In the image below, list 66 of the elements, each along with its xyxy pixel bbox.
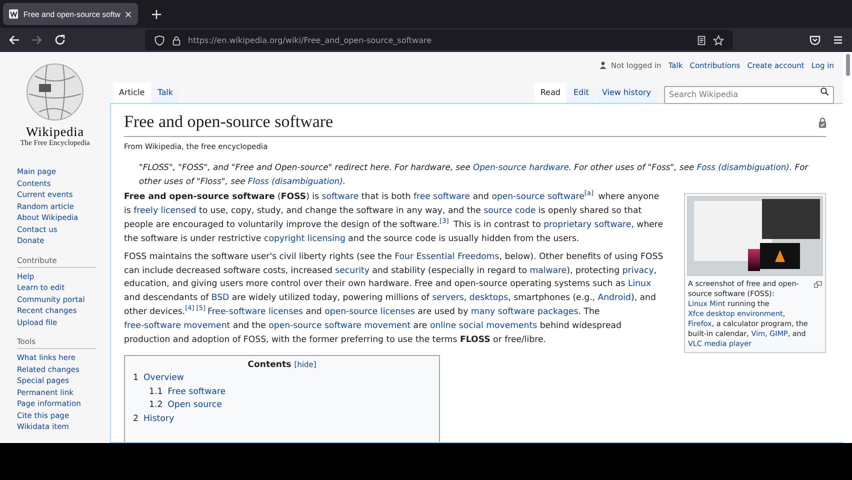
page-tab[interactable]: Article <box>113 83 151 103</box>
favicon-icon <box>9 9 18 19</box>
toc-number: 1 <box>133 373 138 383</box>
paragraph: Free and open-source software (FOSS) is software that is both free software and open-source software$^{[a]}$ where anyone is freely licensed to use, copy, study, and change the software in any way, and the source code is openly shared so that people are encouraged to voluntarily improve the design of the software.$^{[3]}$ This is in contrast to proprietary software, where the software is under restrictive copyright licensing and the source code is usually hidden from the users. <box>124 191 664 246</box>
link[interactable]: free software <box>413 192 470 202</box>
toc-link[interactable]: Overview <box>143 373 184 383</box>
link[interactable]: security <box>335 266 370 276</box>
reference-link[interactable]: [3] <box>440 216 449 225</box>
link[interactable]: open-source licenses <box>324 307 415 318</box>
link[interactable]: source code <box>484 206 536 216</box>
shield-icon[interactable] <box>154 34 165 46</box>
link[interactable]: proprietary software <box>544 220 632 230</box>
link[interactable]: online social movements <box>430 321 538 332</box>
padlock-icon <box>818 116 827 128</box>
hatnote: "FLOSS", "FOSS", and "Free and Open-source" redirect here. For hardware, see Open-source hardware. For other uses of "Foss", see Foss (disambiguation). For other uses of "Floss", see Floss (disambiguation). <box>139 161 810 188</box>
menu-icon[interactable] <box>832 34 844 46</box>
reference-link[interactable]: [5] <box>196 304 206 312</box>
toc-number: 1.1 <box>149 386 163 397</box>
link[interactable]: many software packages <box>470 307 578 318</box>
close-icon[interactable] <box>125 10 132 18</box>
reference-link[interactable]: [a] <box>584 189 594 198</box>
article-title: Free and open-source software <box>124 111 334 133</box>
link[interactable]: copyright licensing <box>264 234 346 244</box>
link[interactable]: software <box>322 192 359 202</box>
reload-icon[interactable] <box>54 34 66 46</box>
link[interactable]: malware <box>530 266 567 276</box>
link[interactable]: servers <box>432 293 464 304</box>
back-icon[interactable] <box>8 34 20 46</box>
link[interactable]: Floss (disambiguation) <box>248 176 343 186</box>
enlarge-icon[interactable] <box>814 281 822 288</box>
toc-number: 2 <box>133 414 138 424</box>
globe-logo-icon[interactable] <box>25 62 85 122</box>
link[interactable]: Free-software licenses <box>208 307 303 318</box>
view-tab[interactable]: Read <box>534 83 566 103</box>
link[interactable]: open-source software <box>492 192 584 202</box>
user-icon <box>599 61 607 69</box>
link[interactable]: open-source software movement <box>268 321 411 332</box>
paragraph: FOSS maintains the software user's civil liberty rights (see the Four Essential Freedoms, below). Other benefits of using FOSS can include decreased software costs, increased security and stability (especially in regard to malware), protecting privacy, education, and giving users more control over their own hardware. Free and open-source operating systems such as Linux and descendants of BSD are widely utilized today, powering millions of servers, desktops, smartphones (e.g., Android), and other devices.$^{[4]}$ $^{[5]}$ Free-software licenses and open-source licenses are used by many software packages. The free-software movement and the open-source software movement are online social movements behind widespread production and adoption of FOSS, with the former preferring to use the terms FLOSS or free/libre. <box>124 250 664 348</box>
wordmark[interactable]: Wikipedia <box>26 125 84 138</box>
toc-number: 1.2 <box>149 400 163 410</box>
contents-title: Contents <box>248 360 292 370</box>
padlock-icon[interactable] <box>171 34 182 46</box>
search-icon[interactable] <box>820 86 829 96</box>
address-bar[interactable]: https://en.wikipedia.org/wiki/Free_and_open-source_software <box>145 30 733 50</box>
url-text: https://en.wikipedia.org/wiki/Free_and_open-source_software <box>188 36 433 44</box>
link[interactable]: BSD <box>211 293 230 304</box>
link[interactable]: Android <box>598 293 631 304</box>
new-tab-icon[interactable] <box>152 10 161 18</box>
link[interactable]: Open-source hardware <box>473 162 569 172</box>
link[interactable]: privacy <box>622 266 654 276</box>
link[interactable]: Four Essential Freedoms <box>394 252 500 262</box>
reader-view-icon[interactable] <box>696 34 707 46</box>
link[interactable]: desktops <box>469 293 508 304</box>
pocket-icon[interactable] <box>809 34 821 46</box>
link[interactable]: Foss (disambiguation) <box>696 162 790 172</box>
scrollbar[interactable] <box>843 52 852 443</box>
toc-link[interactable]: Free software <box>168 386 226 397</box>
link[interactable]: freely licensed <box>134 206 196 216</box>
toc-link[interactable]: History <box>143 414 174 424</box>
reference-link[interactable]: [4] <box>185 304 194 312</box>
toc-link[interactable]: Open source <box>168 400 222 410</box>
link[interactable]: free-software movement <box>124 321 230 332</box>
search-field[interactable]: Search Wikipedia <box>664 86 834 104</box>
forward-icon[interactable] <box>31 34 43 46</box>
link[interactable]: Linux <box>628 279 652 290</box>
star-icon[interactable] <box>713 34 724 46</box>
